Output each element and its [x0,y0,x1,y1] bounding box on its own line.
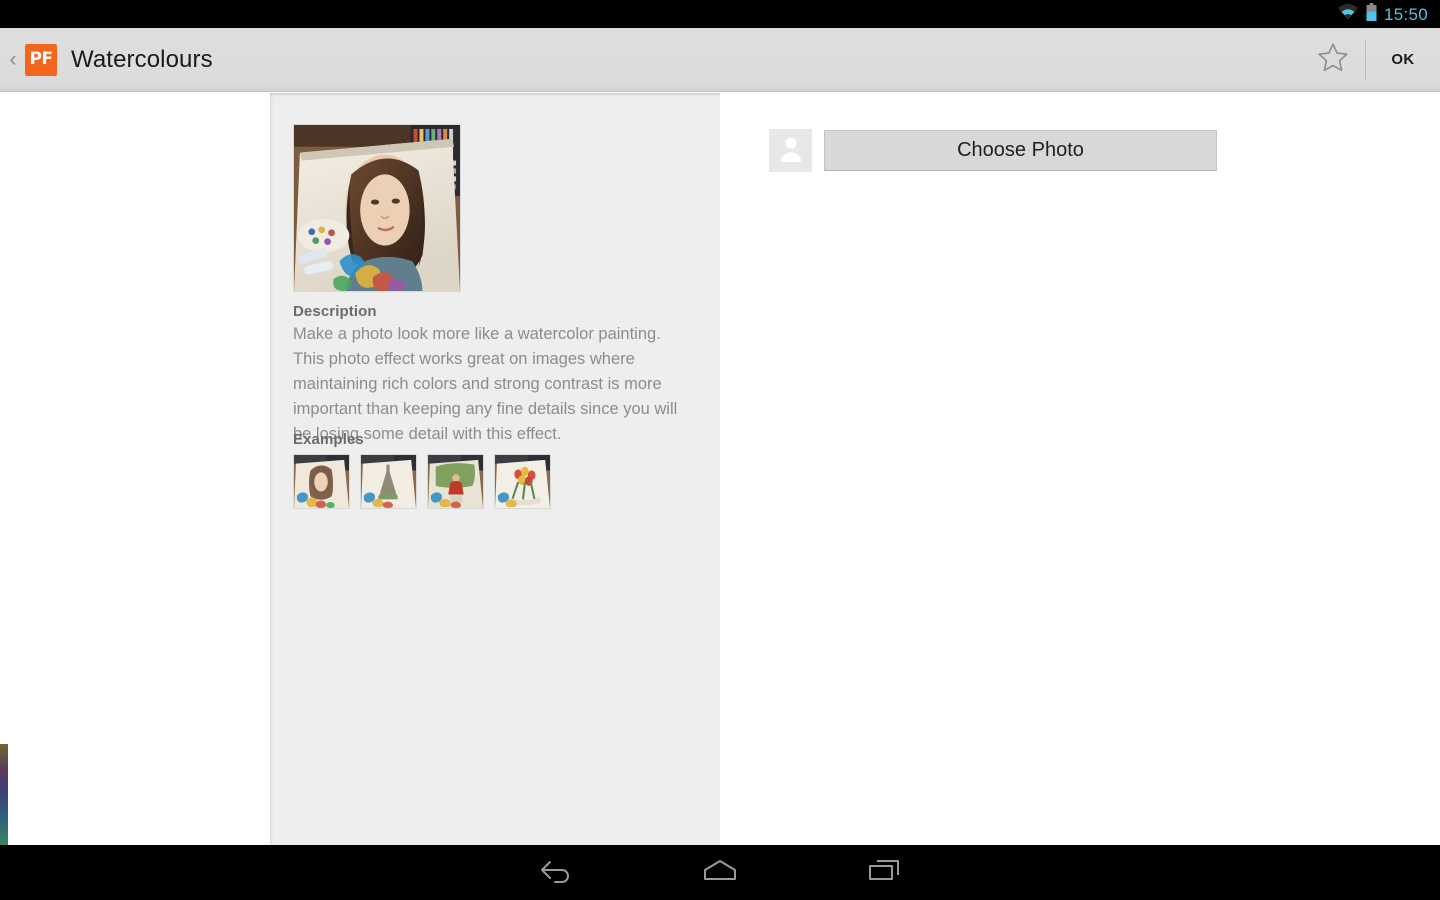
examples-heading: Examples [293,431,364,448]
content-area: Description Make a photo look more like … [0,93,1440,847]
description-text: Make a photo look more like a watercolor… [293,325,678,443]
example-thumbnail[interactable] [494,454,551,509]
example-thumbnail[interactable] [360,454,417,509]
choose-photo-row: Choose Photo [769,129,1217,172]
example-thumbnail[interactable] [427,454,484,509]
page-title: Watercolours [71,45,213,73]
recent-apps-icon [866,857,902,888]
choose-photo-button[interactable]: Choose Photo [824,130,1217,171]
action-bar: ‹ PF Watercolours OK [0,28,1440,92]
example-thumbnail[interactable] [293,454,350,509]
app-logo[interactable]: PF [25,43,57,76]
back-icon [538,857,574,888]
back-chevron-icon[interactable]: ‹ [2,49,24,70]
avatar [769,129,812,172]
examples-row [293,454,551,509]
system-navigation-bar [0,845,1440,900]
person-placeholder-icon [777,134,805,167]
status-clock: 15:50 [1383,4,1428,24]
ok-button[interactable]: OK [1366,28,1440,92]
app-screen: 15:50 ‹ PF Watercolours OK Description M… [0,0,1440,900]
photo-chooser-panel: Choose Photo [720,93,1440,845]
nav-recents-button[interactable] [855,845,913,900]
star-outline-icon [1317,42,1349,78]
app-logo-text: PF [29,49,53,69]
nav-home-button[interactable] [691,845,749,900]
battery-icon [1366,2,1377,26]
wifi-icon [1337,3,1359,25]
home-icon [701,857,739,888]
description-heading: Description [293,303,377,320]
hero-preview-image[interactable] [293,124,461,292]
nav-back-button[interactable] [527,845,585,900]
favorite-button[interactable] [1301,28,1365,92]
left-panel [0,93,270,845]
offscreen-image-edge [0,744,8,847]
status-bar: 15:50 [0,0,1440,28]
effect-detail-panel: Description Make a photo look more like … [270,93,720,845]
